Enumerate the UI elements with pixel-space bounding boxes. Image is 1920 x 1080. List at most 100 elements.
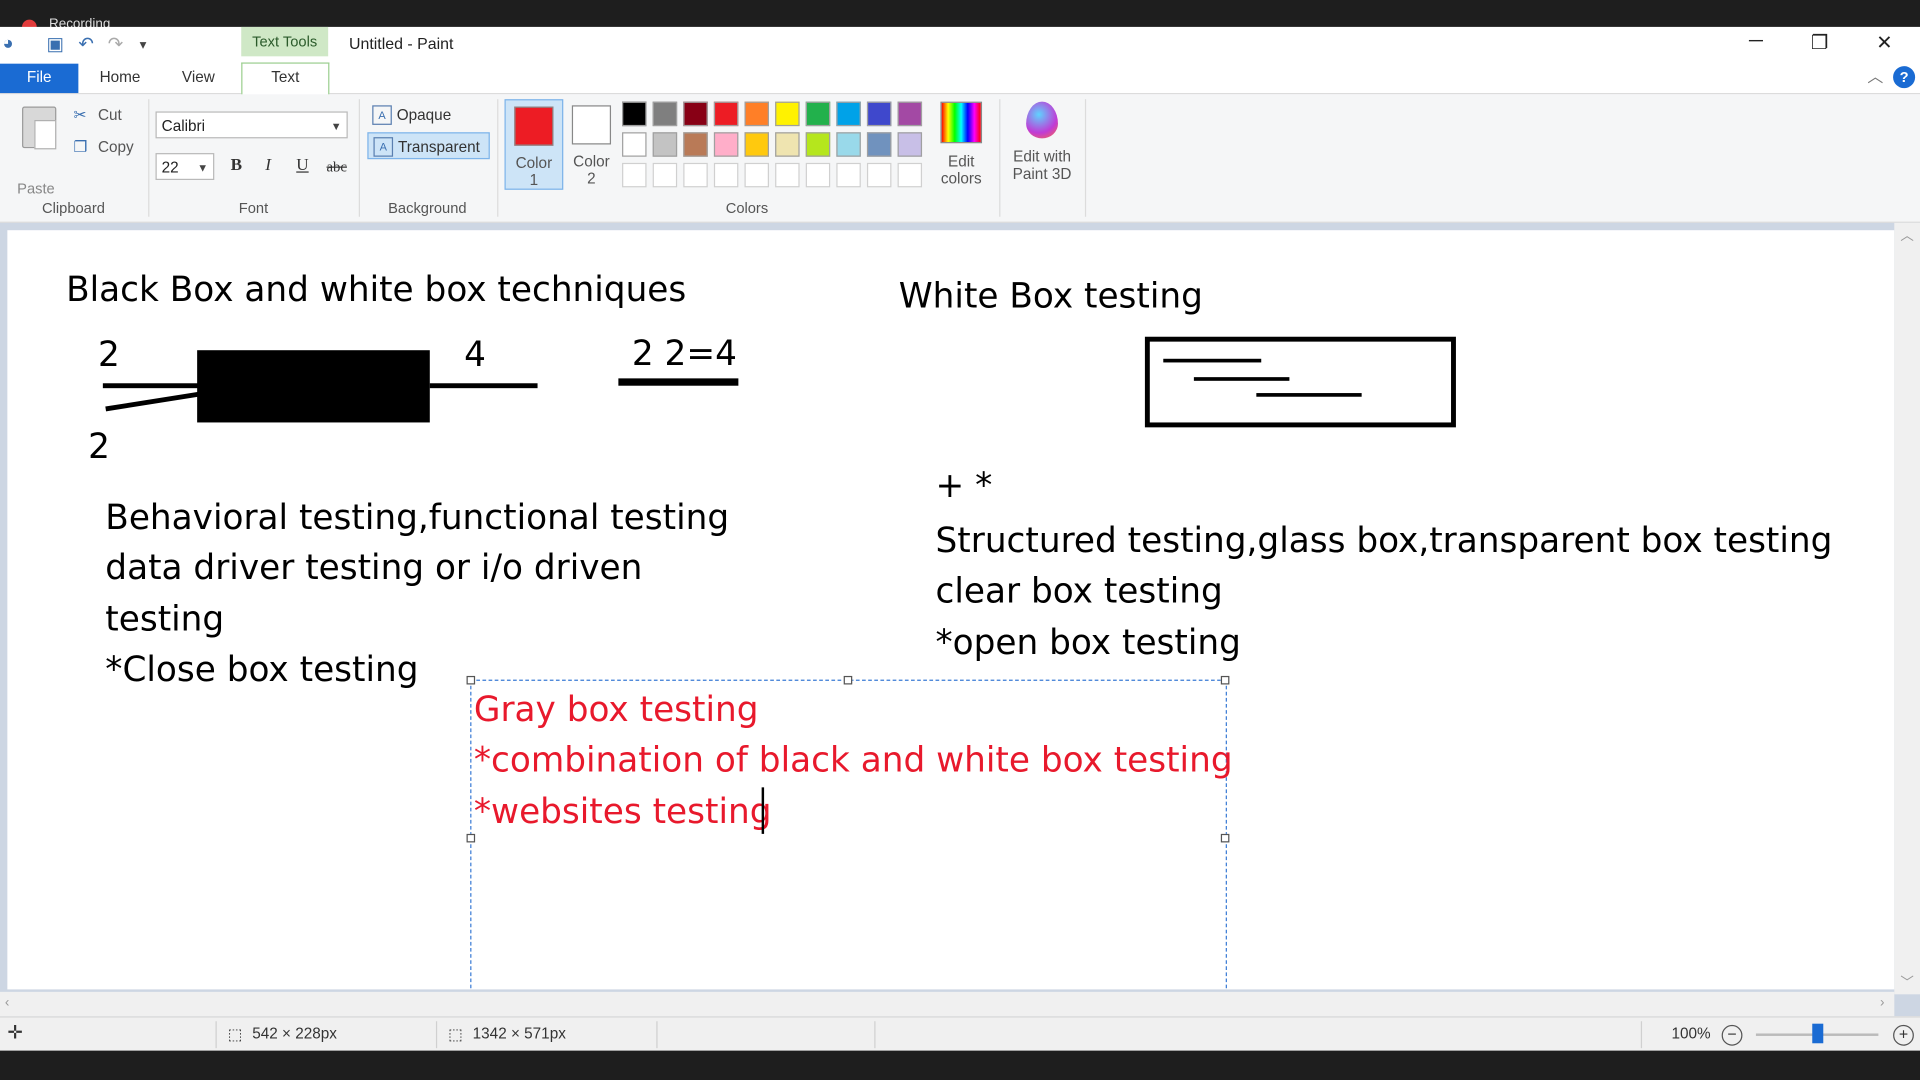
resize-handle[interactable] <box>843 675 853 685</box>
palette-custom-slot[interactable] <box>744 162 769 188</box>
palette-custom-slot[interactable] <box>775 162 800 188</box>
opaque-icon: A <box>372 105 392 125</box>
equation: 2 2=4 <box>631 333 737 374</box>
close-button[interactable]: ✕ <box>1860 31 1909 55</box>
tab-view[interactable]: View <box>164 64 233 93</box>
white-box-line-1 <box>1163 358 1262 363</box>
palette-color-swatch[interactable] <box>866 132 892 157</box>
paint-app-icon[interactable]: ◕ <box>2 33 13 54</box>
font-family-select[interactable]: Calibri ▼ <box>155 111 348 139</box>
resize-handle[interactable] <box>466 675 476 685</box>
save-icon[interactable]: ▣ <box>47 33 64 55</box>
palette-color-swatch[interactable] <box>836 132 861 157</box>
font-group-label: Font <box>238 199 269 217</box>
help-icon[interactable]: ? <box>1893 66 1916 89</box>
recording-bar: Recording <box>0 0 1920 35</box>
paste-label: Paste <box>17 180 55 198</box>
underline-button[interactable]: U <box>289 153 316 180</box>
palette-color-swatch[interactable] <box>622 101 647 127</box>
white-box <box>1144 336 1456 428</box>
zoom-out-icon[interactable]: − <box>1721 1024 1743 1046</box>
restore-button[interactable]: ❐ <box>1795 31 1844 55</box>
resize-handle[interactable] <box>1220 675 1230 685</box>
color2-swatch <box>571 105 612 145</box>
undo-icon[interactable]: ↶ <box>78 33 93 55</box>
cut-button[interactable]: ✂ Cut <box>73 105 121 124</box>
tab-text[interactable]: Text <box>241 62 330 96</box>
palette-color-swatch[interactable] <box>836 101 861 127</box>
italic-button[interactable]: I <box>255 153 282 180</box>
opaque-button[interactable]: A Opaque <box>367 102 489 129</box>
paste-icon <box>22 106 57 150</box>
drawing-canvas[interactable]: Black Box and white box techniques White… <box>7 230 1895 990</box>
customize-quick-access-icon[interactable]: ▾ <box>140 37 147 53</box>
palette-custom-slot[interactable] <box>836 162 861 188</box>
right-text-block: Structured testing,glass box,transparent… <box>936 516 1833 668</box>
palette-color-swatch[interactable] <box>713 101 739 127</box>
zoom-in-icon[interactable]: + <box>1893 1024 1914 1046</box>
palette-color-swatch[interactable] <box>683 132 708 157</box>
palette-color-swatch[interactable] <box>866 101 892 127</box>
scroll-up-icon: ︿ <box>1900 228 1914 244</box>
bottom-bar <box>0 1050 1920 1080</box>
edit-with-paint3d-button[interactable]: Edit with Paint 3D <box>1004 101 1080 182</box>
selection-icon: ⬚ <box>227 1026 243 1044</box>
palette-color-swatch[interactable] <box>683 101 708 127</box>
palette-color-swatch[interactable] <box>805 132 831 157</box>
palette-custom-slot[interactable] <box>866 162 892 188</box>
status-bar: ✛ ⬚ 542 × 228px ⬚ 1342 × 571px 100% − + <box>0 1016 1920 1052</box>
paint3d-icon <box>1026 101 1058 139</box>
red-line: *combination of black and white box test… <box>473 739 1233 781</box>
palette-custom-slot[interactable] <box>622 162 647 188</box>
minimize-button[interactable]: ─ <box>1731 31 1780 53</box>
red-line: Gray box testing <box>473 689 759 730</box>
image-size: 1342 × 571px <box>472 1024 566 1043</box>
palette-custom-slot[interactable] <box>897 162 923 188</box>
palette-color-swatch[interactable] <box>775 101 800 127</box>
palette-color-swatch[interactable] <box>897 101 923 127</box>
paste-button[interactable] <box>17 102 59 175</box>
vertical-scrollbar[interactable]: ︿ ﹀ <box>1894 222 1920 995</box>
screen: Recording ◕ ▣ ↶ ↷ ▾ Text Tools Untitled … <box>0 0 1920 1080</box>
left-line: data driver testing or i/o driven <box>105 547 643 589</box>
palette-color-swatch[interactable] <box>713 132 739 157</box>
palette-color-swatch[interactable] <box>744 132 769 157</box>
palette-custom-slot[interactable] <box>652 162 678 188</box>
strikethrough-button[interactable]: abc <box>321 153 353 180</box>
tab-home[interactable]: Home <box>86 64 155 93</box>
palette-color-swatch[interactable] <box>775 132 800 157</box>
edit-colors-button[interactable]: Edit colors <box>937 101 986 187</box>
ribbon-tabs: File Home View Text ︿ ? <box>0 62 1920 96</box>
font-size-select[interactable]: 22 ▼ <box>155 153 215 181</box>
copy-button[interactable]: ❐ Copy <box>73 137 133 155</box>
color2-button[interactable]: Color 2 <box>563 99 619 187</box>
palette-color-swatch[interactable] <box>622 132 647 157</box>
ribbon: Paste ✂ Cut ❐ Copy Clipboard Calibri ▼ 22 ▼ … <box>0 94 1920 223</box>
transparent-button[interactable]: A Transparent <box>367 132 490 160</box>
horizontal-scrollbar[interactable]: ‹ › <box>0 991 1895 1017</box>
palette-color-swatch[interactable] <box>805 101 831 127</box>
clipboard-group-label: Clipboard <box>42 199 105 217</box>
palette-custom-slot[interactable] <box>713 162 739 188</box>
cursor-position-icon: ✛ <box>7 1022 23 1044</box>
palette-color-swatch[interactable] <box>744 101 769 127</box>
edit-colors-icon <box>940 101 983 144</box>
redo-icon[interactable]: ↷ <box>108 33 123 55</box>
palette-custom-slot[interactable] <box>805 162 831 188</box>
collapse-ribbon-icon[interactable]: ︿ <box>1867 64 1883 87</box>
gray-box-text[interactable]: Gray box testing *combination of black a… <box>474 684 1233 836</box>
zoom-slider-thumb[interactable] <box>1812 1023 1824 1044</box>
color1-button[interactable]: Color 1 <box>504 99 564 190</box>
palette-color-swatch[interactable] <box>652 132 678 157</box>
palette-color-swatch[interactable] <box>897 132 923 157</box>
right-line: *open box testing <box>935 621 1241 662</box>
right-line: Structured testing,glass box,transparent… <box>935 520 1833 561</box>
input-line-bottom <box>105 391 203 412</box>
chevron-down-icon: ▼ <box>330 120 342 133</box>
bold-button[interactable]: B <box>223 153 250 180</box>
palette-custom-slot[interactable] <box>683 162 708 188</box>
palette-color-swatch[interactable] <box>652 101 678 127</box>
left-line: testing <box>105 598 225 639</box>
tab-file[interactable]: File <box>0 63 79 94</box>
input-number-top: 2 <box>97 334 120 375</box>
